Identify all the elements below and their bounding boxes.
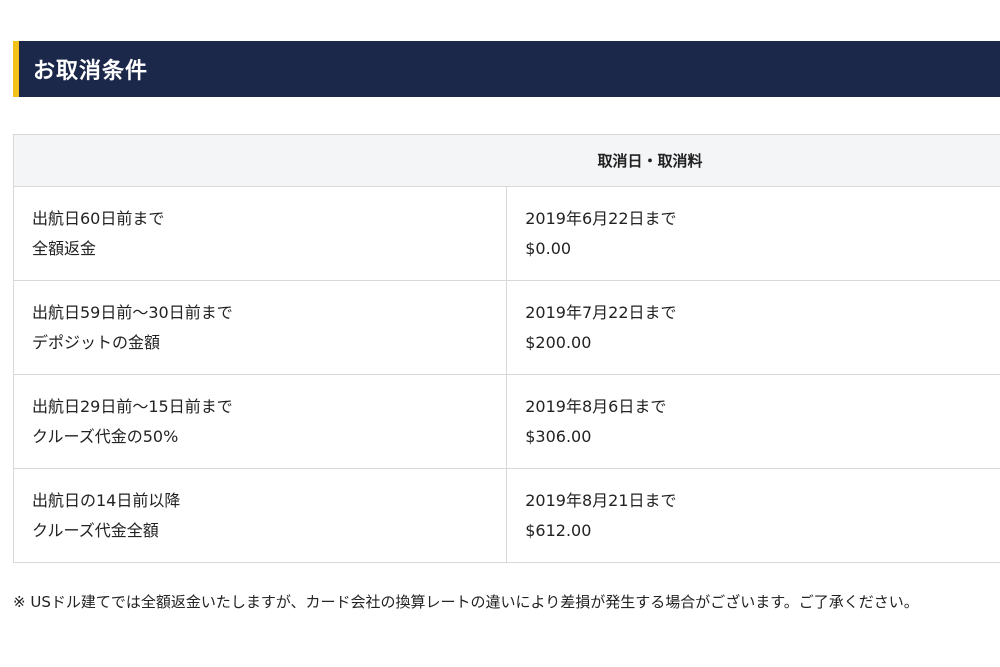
condition-refund: 全額返金 (32, 238, 97, 258)
deadline-date: 2019年6月22日まで (525, 208, 677, 228)
condition-period: 出航日の14日前以降 (32, 490, 181, 510)
table-header-row: 取消日・取消料 (13, 134, 1000, 187)
cancellation-fee: $0.00 (525, 238, 572, 258)
condition-refund: クルーズ代金の50% (32, 426, 179, 446)
condition-period: 出航日59日前〜30日前まで (32, 302, 233, 322)
deadline-date: 2019年7月22日まで (525, 302, 677, 322)
table-header: 取消日・取消料 (13, 134, 1000, 187)
condition-refund: クルーズ代金全額 (32, 520, 159, 540)
condition-cell: 出航日29日前〜15日前まで クルーズ代金の50% (12, 374, 508, 469)
condition-refund: デポジットの金額 (32, 332, 161, 352)
cancellation-fee: $612.00 (525, 520, 592, 540)
deadline-date: 2019年8月21日まで (525, 490, 677, 510)
page: お取消条件 取消日・取消料 出航日60日前まで 全額返金 2019年6月22日ま… (0, 0, 1000, 667)
condition-period: 出航日29日前〜15日前まで (32, 396, 233, 416)
deadline-cell: 2019年8月6日まで $306.00 (506, 374, 1000, 469)
condition-period: 出航日60日前まで (32, 208, 165, 228)
cancellation-fee: $200.00 (525, 332, 592, 352)
condition-cell: 出航日59日前〜30日前まで デポジットの金額 (12, 280, 508, 375)
cancellation-table: 取消日・取消料 出航日60日前まで 全額返金 2019年6月22日まで $0.0… (12, 134, 1000, 563)
condition-cell: 出航日の14日前以降 クルーズ代金全額 (12, 468, 508, 563)
section-title: お取消条件 (33, 59, 149, 84)
condition-cell: 出航日60日前まで 全額返金 (12, 186, 508, 281)
table-row: 出航日の14日前以降 クルーズ代金全額 2019年8月21日まで $612.00 (12, 468, 1000, 563)
deadline-cell: 2019年6月22日まで $0.00 (506, 186, 1000, 281)
table-row: 出航日60日前まで 全額返金 2019年6月22日まで $0.00 (12, 186, 1000, 281)
deadline-cell: 2019年7月22日まで $200.00 (506, 280, 1000, 375)
deadline-cell: 2019年8月21日まで $612.00 (506, 468, 1000, 563)
section-header: お取消条件 (13, 41, 1000, 97)
footnote: ※ USドル建てでは全額返金いたしますが、カード会社の換算レートの違いにより差損… (13, 593, 919, 611)
table-row: 出航日29日前〜15日前まで クルーズ代金の50% 2019年8月6日まで $3… (12, 374, 1000, 469)
deadline-date: 2019年8月6日まで (525, 396, 667, 416)
table-row: 出航日59日前〜30日前まで デポジットの金額 2019年7月22日まで $20… (12, 280, 1000, 375)
cancellation-fee: $306.00 (525, 426, 592, 446)
